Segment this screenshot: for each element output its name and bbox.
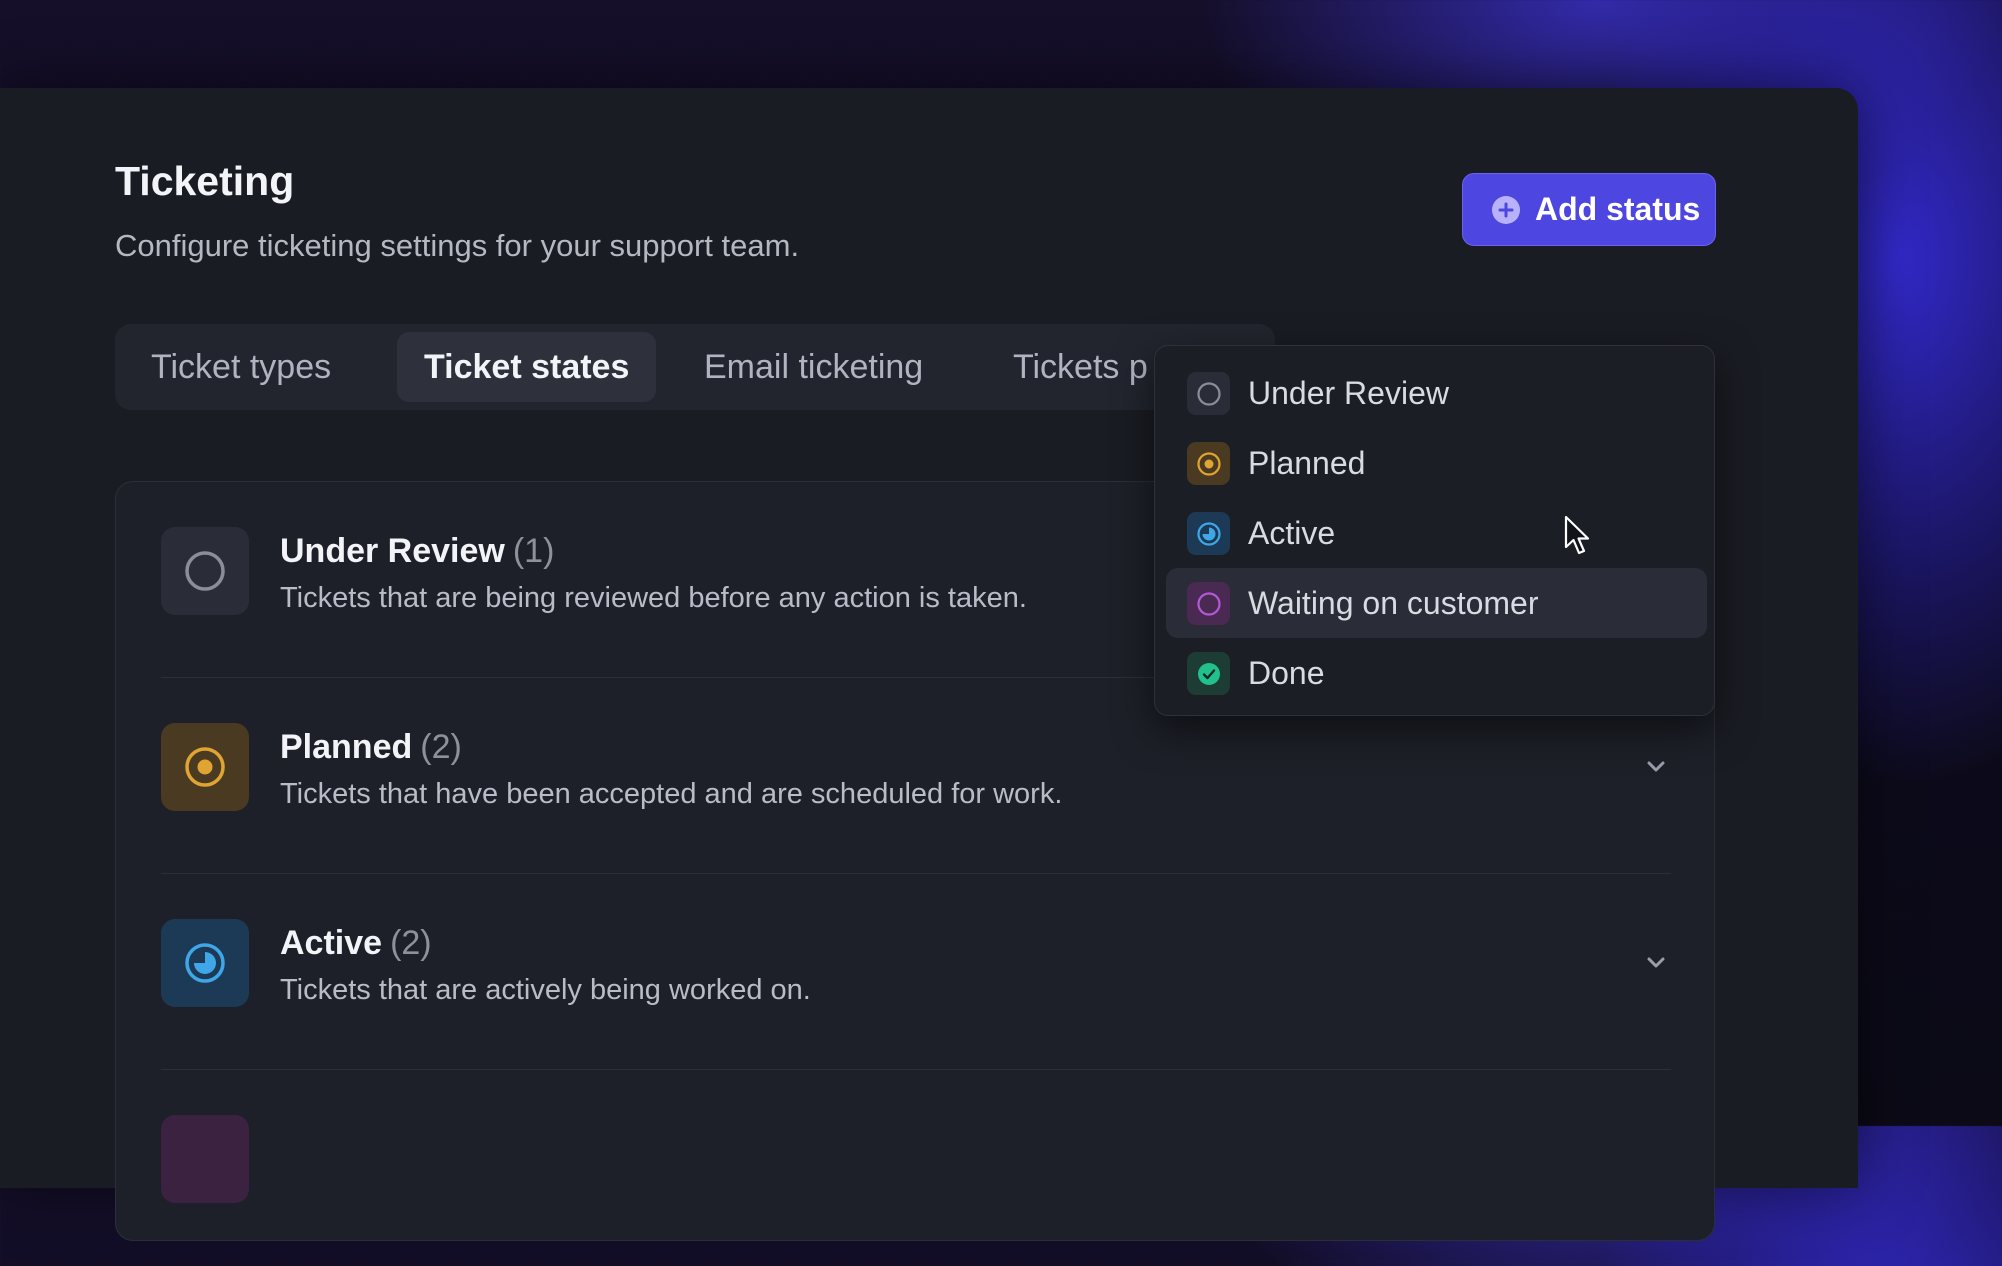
tab-email-ticketing[interactable]: Email ticketing bbox=[704, 332, 923, 402]
page-title: Ticketing bbox=[115, 158, 295, 204]
state-description: Tickets that have been accepted and are … bbox=[280, 778, 1063, 810]
menu-item-under-review[interactable]: Under Review bbox=[1166, 358, 1707, 428]
state-title: Active (2) bbox=[280, 924, 432, 963]
empty-circle-icon bbox=[161, 527, 249, 615]
target-circle-icon bbox=[1187, 442, 1230, 485]
state-row-partial[interactable] bbox=[161, 1070, 1671, 1266]
add-status-button[interactable]: Add status bbox=[1462, 173, 1716, 246]
state-title: Under Review (1) bbox=[280, 532, 554, 571]
mouse-pointer-icon bbox=[1564, 515, 1590, 555]
check-circle-icon bbox=[1187, 652, 1230, 695]
state-count: (2) bbox=[420, 728, 462, 766]
menu-item-active[interactable]: Active bbox=[1166, 498, 1707, 568]
state-row-active[interactable]: Active (2) Tickets that are actively bein… bbox=[161, 874, 1671, 1070]
menu-item-done[interactable]: Done bbox=[1166, 638, 1707, 708]
state-name: Planned bbox=[280, 728, 413, 766]
circle-icon bbox=[1187, 582, 1230, 625]
menu-item-label: Waiting on customer bbox=[1248, 585, 1539, 621]
empty-circle-icon bbox=[1187, 372, 1230, 415]
menu-item-label: Planned bbox=[1248, 445, 1366, 481]
plus-circle-icon bbox=[1492, 195, 1520, 224]
state-name: Under Review bbox=[280, 532, 505, 570]
menu-item-waiting-on-customer[interactable]: Waiting on customer bbox=[1166, 568, 1707, 638]
chevron-down-icon[interactable] bbox=[1641, 752, 1671, 782]
chevron-down-icon[interactable] bbox=[1641, 948, 1671, 978]
menu-item-label: Under Review bbox=[1248, 375, 1449, 411]
tab-ticket-types[interactable]: Ticket types bbox=[151, 332, 331, 402]
target-circle-icon bbox=[161, 723, 249, 811]
state-count: (1) bbox=[512, 532, 555, 570]
state-description: Tickets that are actively being worked o… bbox=[280, 974, 811, 1006]
half-pie-circle-icon bbox=[161, 919, 249, 1007]
circle-icon bbox=[161, 1115, 249, 1203]
add-status-label: Add status bbox=[1535, 191, 1701, 227]
state-count: (2) bbox=[390, 924, 432, 962]
half-pie-circle-icon bbox=[1187, 512, 1230, 555]
settings-panel: Ticketing Configure ticketing settings f… bbox=[0, 88, 1858, 1241]
tab-ticket-states[interactable]: Ticket states bbox=[397, 332, 657, 402]
menu-item-planned[interactable]: Planned bbox=[1166, 428, 1707, 498]
menu-item-label: Active bbox=[1248, 515, 1336, 551]
state-description: Tickets that are being reviewed before a… bbox=[280, 582, 1027, 614]
page-subtitle: Configure ticketing settings for your su… bbox=[115, 228, 800, 263]
menu-item-label: Done bbox=[1248, 655, 1325, 691]
tab-tickets-portal[interactable]: Tickets p bbox=[1013, 332, 1148, 402]
state-title: Planned (2) bbox=[280, 728, 462, 767]
status-dropdown-menu: Under Review Planned Active Waiting on c… bbox=[1154, 345, 1715, 716]
state-name: Active bbox=[280, 924, 383, 962]
tabs-bar: Ticket types Ticket states Email ticketi… bbox=[115, 324, 1275, 410]
